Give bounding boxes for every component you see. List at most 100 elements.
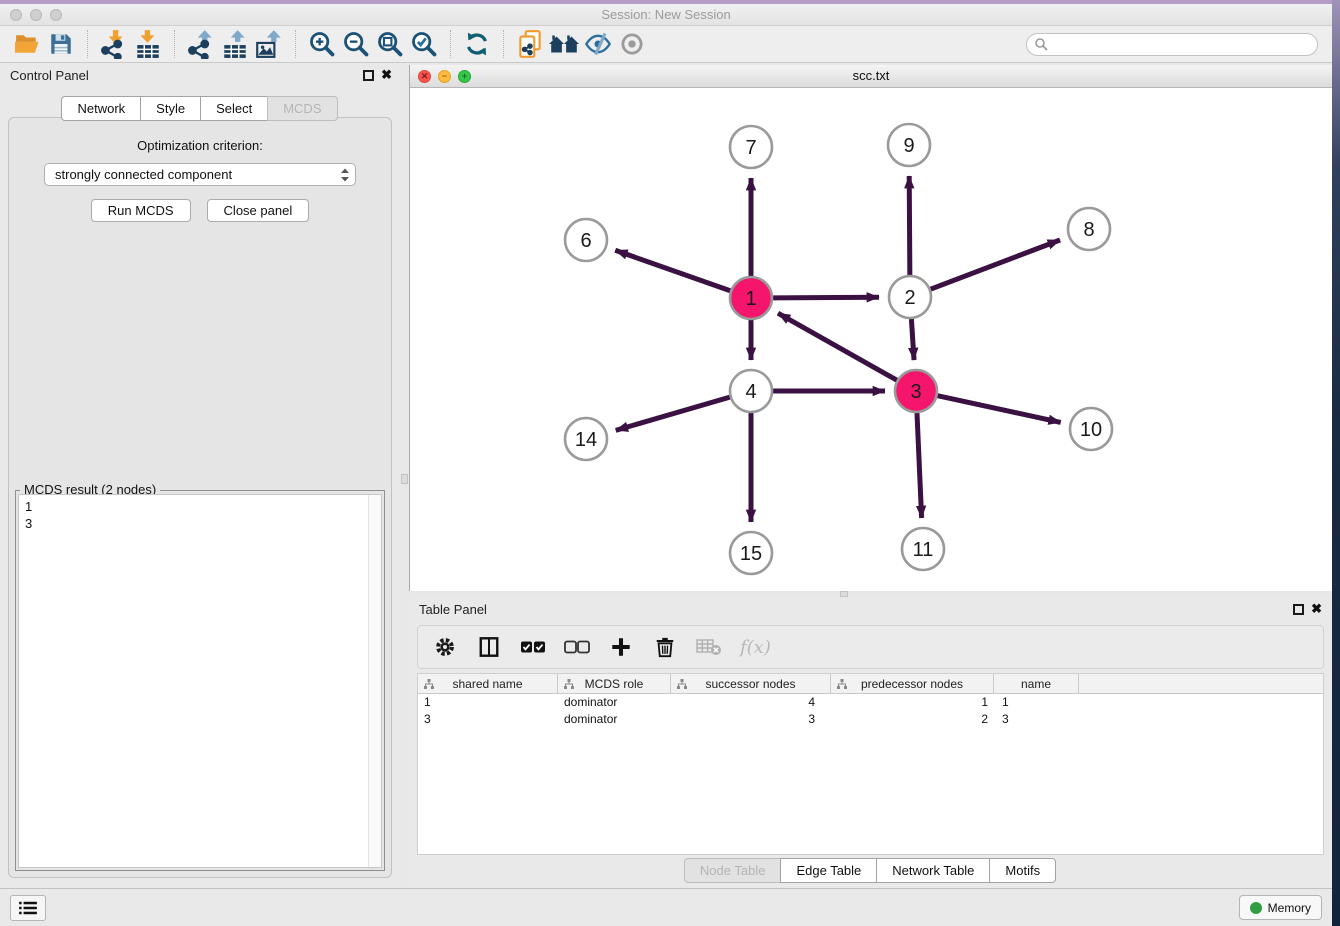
table-panel-header: Table Panel ✖ [409,597,1332,623]
graph-edge-4-14[interactable] [616,397,730,430]
tab-node-table[interactable]: Node Table [684,858,782,883]
table-cell[interactable]: 2 [831,711,994,728]
refresh-icon[interactable] [460,28,494,60]
wallpaper-right-strip [1332,0,1340,926]
memory-status-icon [1250,902,1262,914]
toolbar-separator [503,30,504,58]
float-panel-icon[interactable] [363,70,374,81]
vertical-splitter-grip[interactable] [401,474,408,484]
table-cell[interactable]: 4 [671,694,831,711]
os-titlebar[interactable]: Session: New Session [0,4,1332,26]
close-table-panel-icon[interactable]: ✖ [1311,601,1322,617]
close-panel-button[interactable]: Close panel [207,199,310,222]
search-field[interactable] [1026,33,1318,56]
optimization-criterion-label: Optimization criterion: [9,138,391,153]
zoom-fit-icon[interactable] [373,28,407,60]
graph-edge-3-10[interactable] [937,396,1060,423]
tab-mcds[interactable]: MCDS [267,96,337,121]
table-cell[interactable]: 3 [418,711,558,728]
hierarchy-icon [563,678,575,690]
add-column-icon[interactable] [608,635,634,659]
control-panel-header: Control Panel ✖ [0,63,400,89]
home-layout-icon[interactable] [547,28,581,60]
zoom-in-icon[interactable] [305,28,339,60]
run-mcds-button[interactable]: Run MCDS [91,199,191,222]
table-cell[interactable]: dominator [558,711,671,728]
export-network-icon[interactable] [184,28,218,60]
network-canvas[interactable]: 7968124314101511 [410,89,1332,591]
zoom-selected-icon[interactable] [407,28,441,60]
tab-select[interactable]: Select [200,96,268,121]
memory-button[interactable]: Memory [1239,895,1322,920]
application-window: Session: New Session [0,0,1340,926]
chevron-up-down-icon [339,167,351,183]
column-header-shared-name[interactable]: shared name [418,674,558,693]
graph-edge-2-3[interactable] [911,319,914,360]
graph-node-label-4: 4 [745,381,756,403]
tab-motifs[interactable]: Motifs [989,858,1056,883]
graph-edge-2-8[interactable] [931,240,1060,289]
show-details-icon[interactable] [615,28,649,60]
hide-details-icon[interactable] [581,28,615,60]
close-panel-icon[interactable]: ✖ [381,67,392,83]
table-cell[interactable]: 1 [418,694,558,711]
import-network-icon[interactable] [97,28,131,60]
graph-edge-3-1[interactable] [778,313,897,380]
column-header-mcds-role[interactable]: MCDS role [558,674,671,693]
export-image-icon[interactable] [252,28,286,60]
network-window-titlebar[interactable]: ✕ − + scc.txt [410,65,1332,88]
deselect-all-icon[interactable] [564,635,590,659]
search-input[interactable] [1048,35,1317,53]
tab-network[interactable]: Network [61,96,141,121]
table-cell[interactable]: 1 [994,694,1079,711]
table-cell[interactable]: 3 [994,711,1079,728]
tab-edge-table[interactable]: Edge Table [780,858,877,883]
column-header-successor-nodes[interactable]: successor nodes [671,674,831,693]
float-table-panel-icon[interactable] [1293,604,1304,615]
node-table: shared name MCDS role successor nodes pr… [417,673,1324,855]
delete-column-icon[interactable] [652,635,678,659]
column-header-filler [1079,674,1323,693]
graph-node-label-14: 14 [575,429,597,451]
network-graph: 7968124314101511 [410,89,1333,591]
export-table-icon[interactable] [218,28,252,60]
duplicate-network-icon[interactable] [513,28,547,60]
split-columns-icon[interactable] [476,635,502,659]
mcds-result-line: 3 [25,515,375,532]
import-table-icon[interactable] [131,28,165,60]
graph-node-label-8: 8 [1083,219,1094,241]
graph-edge-2-9[interactable] [909,176,910,275]
select-all-icon[interactable] [520,635,546,659]
save-session-icon[interactable] [44,28,78,60]
control-panel-title: Control Panel [10,68,89,83]
delete-table-icon[interactable] [696,635,722,659]
graph-node-label-3: 3 [910,381,921,403]
column-header-name[interactable]: name [994,674,1079,693]
graph-node-label-2: 2 [904,287,915,309]
table-row[interactable]: 1dominator411 [418,694,1323,711]
tab-style[interactable]: Style [140,96,201,121]
result-scrollbar[interactable] [368,495,381,867]
table-toolbar: f(x) [417,625,1324,669]
column-header-predecessor-nodes[interactable]: predecessor nodes [831,674,994,693]
graph-edge-1-2[interactable] [773,297,879,298]
graph-edge-3-11[interactable] [917,413,922,518]
hierarchy-icon [836,678,848,690]
zoom-out-icon[interactable] [339,28,373,60]
task-history-button[interactable] [10,895,46,921]
function-builder-icon[interactable]: f(x) [740,637,771,658]
control-panel-tabs: Network Style Select MCDS [0,96,400,121]
graph-edge-1-6[interactable] [615,250,730,290]
table-panel: Table Panel ✖ [409,597,1332,888]
table-cell[interactable]: 1 [831,694,994,711]
graph-node-label-10: 10 [1080,419,1102,441]
table-row[interactable]: 3dominator323 [418,711,1323,728]
open-session-icon[interactable] [10,28,44,60]
mcds-result-box[interactable]: 13 [18,494,382,868]
table-cell[interactable]: dominator [558,694,671,711]
criterion-select[interactable]: strongly connected component [44,163,356,186]
table-cell[interactable]: 3 [671,711,831,728]
graph-node-label-6: 6 [580,230,591,252]
settings-gear-icon[interactable] [432,635,458,659]
tab-network-table[interactable]: Network Table [876,858,990,883]
